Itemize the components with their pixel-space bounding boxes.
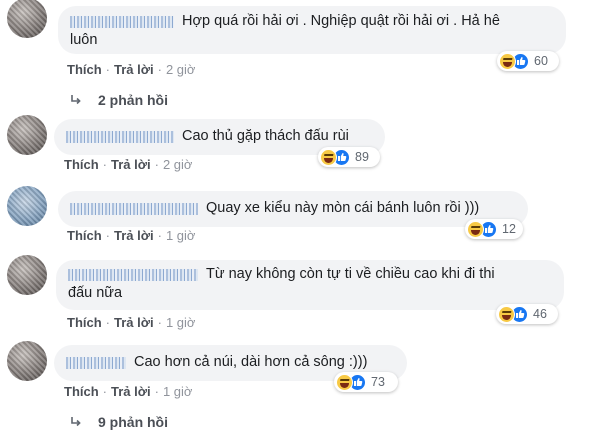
- comment-text: Từ nay không còn tự ti về chiều cao khi …: [206, 266, 495, 282]
- comment-timestamp[interactable]: 2 giờ: [163, 157, 193, 172]
- replies-count-label: 9 phản hồi: [98, 414, 168, 430]
- comment-text: Hợp quá rồi hải ơi . Nghiệp quật rồi hải…: [182, 13, 500, 29]
- separator: ·: [157, 315, 162, 330]
- separator: ·: [154, 157, 159, 172]
- separator: ·: [102, 384, 108, 399]
- comment-timestamp[interactable]: 1 giờ: [166, 315, 196, 330]
- comment-avatar[interactable]: [7, 341, 47, 381]
- comment-timestamp[interactable]: 1 giờ: [163, 384, 193, 399]
- reply-link[interactable]: Trả lời: [114, 228, 154, 243]
- comment-bubble: Từ nay không còn tự ti về chiều cao khi …: [56, 260, 564, 310]
- comment-actions: Thích · Trả lời · 1 giờ: [64, 384, 192, 399]
- comment-actions: Thích · Trả lời · 2 giờ: [64, 157, 192, 172]
- view-replies-link[interactable]: 2 phản hồi: [70, 92, 168, 108]
- commenter-name[interactable]: [66, 130, 174, 143]
- comment-actions: Thích · Trả lời · 2 giờ: [67, 62, 195, 77]
- separator: ·: [105, 228, 111, 243]
- commenter-name[interactable]: [70, 202, 198, 215]
- reply-link[interactable]: Trả lời: [111, 157, 151, 172]
- comment-avatar[interactable]: [7, 255, 47, 295]
- comment-text-continued: luôn: [70, 32, 98, 49]
- haha-emoji-icon: [498, 305, 515, 323]
- view-replies-link[interactable]: 9 phản hồi: [70, 414, 168, 430]
- reply-link[interactable]: Trả lời: [111, 384, 151, 399]
- comment-reactions[interactable]: 12: [465, 219, 523, 239]
- commenter-name[interactable]: [66, 356, 126, 369]
- separator: ·: [157, 228, 162, 243]
- like-link[interactable]: Thích: [67, 62, 102, 77]
- comment-avatar[interactable]: [7, 186, 47, 226]
- like-link[interactable]: Thích: [67, 228, 102, 243]
- separator: ·: [102, 157, 108, 172]
- comment-reactions[interactable]: 89: [318, 147, 380, 167]
- haha-emoji-icon: [320, 148, 337, 166]
- comment-reactions[interactable]: 46: [496, 304, 558, 324]
- reaction-count: 12: [502, 222, 516, 236]
- haha-emoji-icon: [336, 373, 353, 391]
- reaction-count: 60: [534, 54, 548, 68]
- comment-actions: Thích · Trả lời · 1 giờ: [67, 228, 195, 243]
- like-link[interactable]: Thích: [64, 157, 99, 172]
- comment-timestamp[interactable]: 1 giờ: [166, 228, 196, 243]
- separator: ·: [157, 62, 162, 77]
- comment-text: Quay xe kiểu này mòn cái bánh luôn rồi )…: [206, 200, 480, 216]
- separator: ·: [105, 315, 111, 330]
- comment-text: Cao hơn cả núi, dài hơn cả sông :))): [134, 354, 368, 370]
- reply-link[interactable]: Trả lời: [114, 62, 154, 77]
- separator: ·: [154, 384, 159, 399]
- comment-avatar[interactable]: [7, 115, 47, 155]
- comment-bubble: Hợp quá rồi hải ơi . Nghiệp quật rồi hải…: [58, 6, 566, 54]
- comment-timestamp[interactable]: 2 giờ: [166, 62, 196, 77]
- reaction-count: 73: [371, 375, 385, 389]
- reaction-count: 46: [533, 307, 547, 321]
- comment-bubble: Quay xe kiểu này mòn cái bánh luôn rồi )…: [58, 191, 528, 227]
- reply-link[interactable]: Trả lời: [114, 315, 154, 330]
- comment-avatar[interactable]: [7, 0, 47, 38]
- comment-actions: Thích · Trả lời · 1 giờ: [67, 315, 195, 330]
- like-link[interactable]: Thích: [64, 384, 99, 399]
- reply-arrow-icon: [71, 417, 81, 427]
- comment-text-continued: đấu nữa: [68, 285, 123, 302]
- separator: ·: [105, 62, 111, 77]
- replies-count-label: 2 phản hồi: [98, 92, 168, 108]
- comment-reactions[interactable]: 60: [497, 51, 559, 71]
- haha-emoji-icon: [499, 52, 516, 70]
- like-link[interactable]: Thích: [67, 315, 102, 330]
- commenter-name[interactable]: [68, 268, 198, 281]
- reaction-count: 89: [355, 150, 369, 164]
- comment-text: Cao thủ gặp thách đấu rùi: [182, 128, 349, 144]
- commenter-name[interactable]: [70, 15, 174, 28]
- reply-arrow-icon: [71, 95, 81, 105]
- haha-emoji-icon: [467, 220, 484, 238]
- comment-reactions[interactable]: 73: [334, 372, 398, 392]
